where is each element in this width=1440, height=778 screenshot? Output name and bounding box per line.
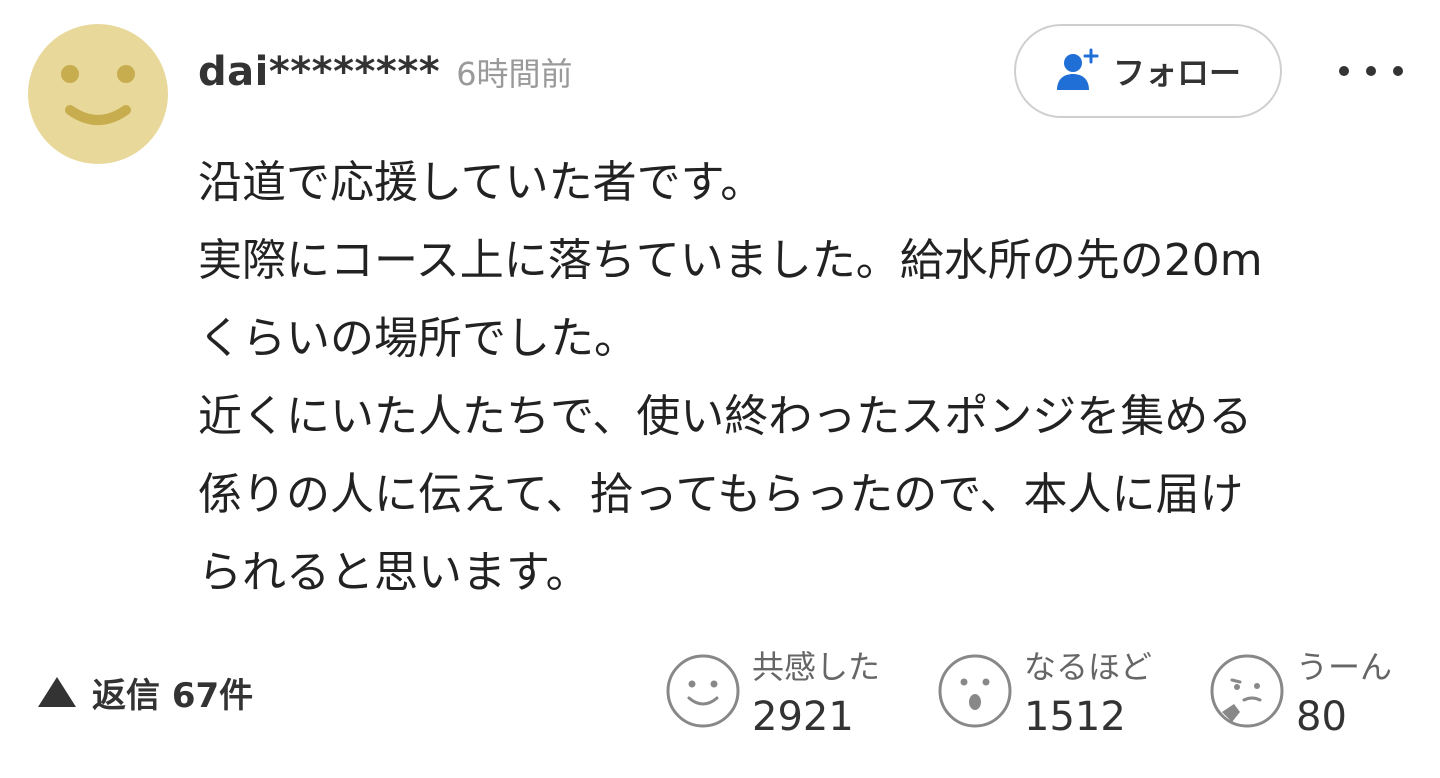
reaction-label: 共感した (752, 648, 881, 686)
replies-toggle[interactable]: 返信 67件 (36, 664, 253, 720)
avatar[interactable] (28, 24, 168, 164)
smiley-avatar-icon (61, 65, 135, 125)
more-dots-icon (1339, 66, 1403, 76)
comment-line: 実際にコース上に落ちていました。給水所の先の20m (198, 235, 1263, 286)
username[interactable]: dai******** (198, 49, 440, 95)
follow-button[interactable]: フォロー (1014, 24, 1282, 118)
comment-line: 沿道で応援していた者です。 (198, 157, 765, 208)
reaction-count: 80 (1296, 694, 1347, 740)
comment-line: 近くにいた人たちで、使い終わったスポンジを集める (198, 391, 1253, 442)
reaction-label: うーん (1296, 648, 1393, 686)
surprised-face-icon (936, 652, 1014, 730)
comment-line: られると思います。 (198, 547, 590, 598)
thinking-face-icon (1208, 652, 1286, 730)
follow-label: フォロー (1112, 54, 1241, 92)
comment-line: くらいの場所でした。 (198, 313, 638, 364)
comment-line: 係りの人に伝えて、拾ってもらったので、本人に届け (198, 469, 1244, 520)
post-time: 6時間前 (456, 55, 573, 93)
more-options-button[interactable] (1336, 56, 1406, 86)
replies-label: 返信 67件 (92, 675, 254, 716)
comment-header: dai******** 6時間前 (198, 44, 573, 100)
reaction-count: 2921 (752, 694, 854, 740)
smile-face-icon (664, 652, 742, 730)
comment-body: 沿道で応援していた者です。 実際にコース上に落ちていました。給水所の先の20m … (198, 144, 1418, 612)
add-user-icon (1055, 48, 1101, 94)
comment-card: dai******** 6時間前 フォロー 沿道で応援していた者です。 実際にコ… (0, 0, 1440, 778)
triangle-up-icon (36, 675, 78, 709)
reaction-count: 1512 (1024, 694, 1126, 740)
reaction-label: なるほど (1024, 648, 1153, 686)
